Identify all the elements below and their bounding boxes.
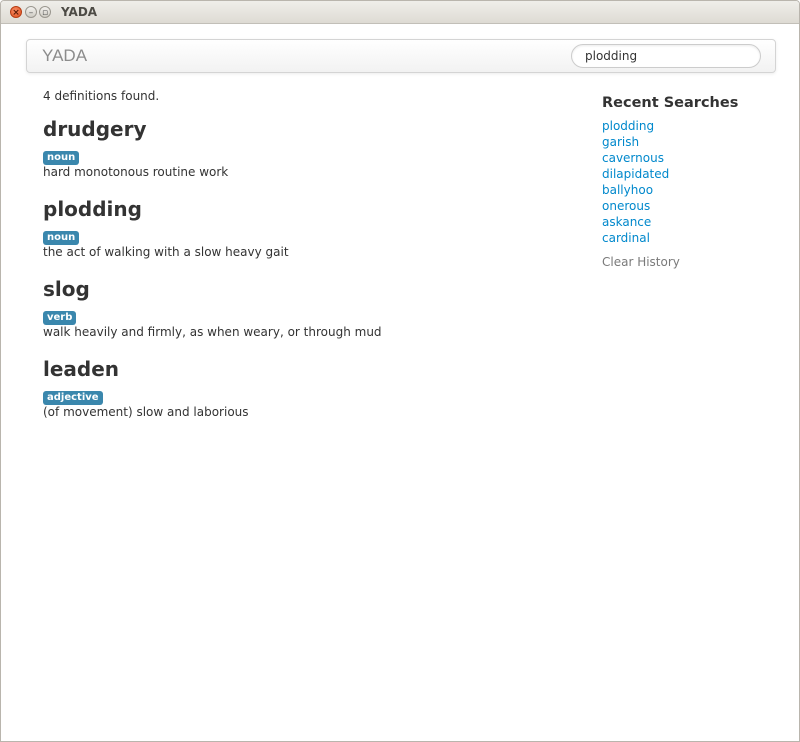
- entry-definition: walk heavily and firmly, as when weary, …: [43, 325, 382, 339]
- recent-search-link[interactable]: ballyhoo: [602, 183, 653, 197]
- recent-searches-list: plodding garish cavernous dilapidated ba…: [602, 117, 782, 245]
- minimize-window-icon[interactable]: –: [25, 6, 37, 18]
- entry-word: leaden: [43, 357, 120, 381]
- entry-word: drudgery: [43, 117, 147, 141]
- recent-search-link[interactable]: cardinal: [602, 231, 650, 245]
- recent-search-link[interactable]: plodding: [602, 119, 654, 133]
- recent-search-link[interactable]: onerous: [602, 199, 650, 213]
- close-window-icon[interactable]: ×: [10, 6, 22, 18]
- recent-searches-title: Recent Searches: [602, 95, 739, 111]
- recent-search-link[interactable]: cavernous: [602, 151, 664, 165]
- definition-entry: leaden adjective (of movement) slow and …: [43, 357, 249, 419]
- entry-word: slog: [43, 277, 90, 301]
- entry-definition: (of movement) slow and laborious: [43, 405, 249, 419]
- app-window: × – ▫ YADA YADA 4 definitions found. dru…: [0, 0, 800, 742]
- recent-search-link[interactable]: askance: [602, 215, 651, 229]
- recent-search-link[interactable]: garish: [602, 135, 639, 149]
- entry-definition: the act of walking with a slow heavy gai…: [43, 245, 289, 259]
- definition-entry: slog verb walk heavily and firmly, as wh…: [43, 277, 382, 339]
- navbar: YADA: [26, 39, 776, 73]
- part-of-speech-badge: noun: [43, 151, 80, 165]
- part-of-speech-badge: verb: [43, 311, 77, 325]
- recent-searches-panel: Recent Searches plodding garish cavernou…: [602, 95, 782, 269]
- entry-definition: hard monotonous routine work: [43, 165, 229, 179]
- definition-entry: drudgery noun hard monotonous routine wo…: [43, 117, 228, 179]
- part-of-speech-badge: adjective: [43, 391, 103, 405]
- window-title: YADA: [61, 5, 98, 19]
- definition-entry: plodding noun the act of walking with a …: [43, 197, 289, 259]
- maximize-window-icon[interactable]: ▫: [39, 6, 51, 18]
- results-count: 4 definitions found.: [43, 89, 160, 103]
- entry-word: plodding: [43, 197, 142, 221]
- search-input[interactable]: [571, 44, 761, 68]
- clear-history-link[interactable]: Clear History: [602, 255, 782, 269]
- recent-search-link[interactable]: dilapidated: [602, 167, 669, 181]
- title-bar[interactable]: × – ▫ YADA: [1, 1, 799, 24]
- part-of-speech-badge: noun: [43, 231, 80, 245]
- brand-logo[interactable]: YADA: [42, 46, 87, 66]
